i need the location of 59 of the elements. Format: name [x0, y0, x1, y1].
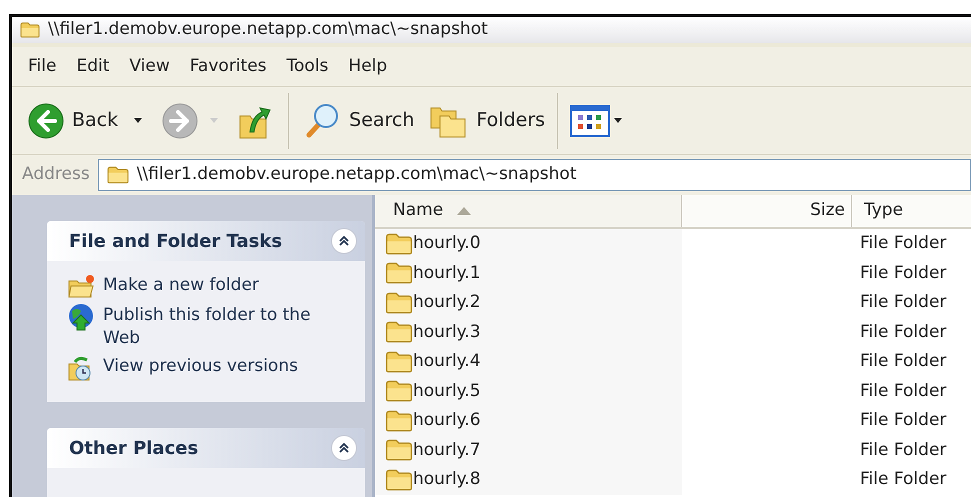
file-name: hourly.5: [413, 380, 481, 402]
folder-icon: [20, 22, 40, 38]
folder-icon: [106, 166, 129, 184]
file-name: hourly.2: [413, 291, 481, 314]
file-name: hourly.0: [413, 232, 481, 255]
menu-item[interactable]: Tools: [278, 54, 336, 80]
file-type: File Folder: [859, 438, 946, 462]
double-chevron-up-icon: [338, 442, 350, 454]
file-type: File Folder: [859, 409, 946, 432]
file-type: File Folder: [859, 468, 946, 491]
task-link[interactable]: Make a new folder: [103, 274, 313, 297]
folder-icon: [385, 380, 413, 402]
views-button[interactable]: [570, 104, 610, 136]
folder-icon: [385, 232, 413, 255]
task-link[interactable]: View previous versions: [103, 355, 313, 378]
panel-title: Other Places: [69, 436, 198, 460]
collapse-button[interactable]: [331, 435, 357, 461]
column-header[interactable]: Name: [375, 195, 682, 227]
file-name: hourly.3: [413, 320, 481, 344]
sort-arrow-icon: [457, 207, 472, 215]
address-field[interactable]: \\filer1.demobv.europe.netapp.com\mac\~snapshot: [98, 159, 971, 191]
menu-item[interactable]: Edit: [68, 54, 118, 80]
panel-title: File and Folder Tasks: [69, 230, 282, 254]
dropdown-caret-icon[interactable]: [614, 118, 622, 123]
file-name: hourly.7: [413, 438, 481, 462]
file-name: hourly.4: [413, 350, 481, 373]
address-label: Address: [22, 163, 90, 186]
file-name: hourly.1: [413, 262, 481, 284]
file-type: File Folder: [859, 320, 946, 344]
search-button[interactable]: Search: [293, 100, 422, 140]
folders-button[interactable]: Folders: [422, 104, 554, 138]
new-folder-icon: [67, 273, 95, 299]
folder-icon: [385, 410, 413, 432]
file-type: File Folder: [859, 380, 946, 402]
menu-item[interactable]: Help: [340, 54, 396, 80]
file-name: hourly.8: [413, 468, 481, 491]
back-button[interactable]: Back: [24, 102, 122, 138]
globe-upload-icon: [67, 303, 95, 331]
folder-icon: [385, 292, 413, 314]
menu-item[interactable]: File: [20, 54, 64, 80]
folder-icon: [385, 321, 413, 344]
dropdown-caret-icon[interactable]: [134, 118, 142, 123]
collapse-button[interactable]: [331, 228, 357, 254]
double-chevron-up-icon: [338, 235, 350, 247]
menu-item[interactable]: View: [121, 54, 178, 80]
file-name: hourly.6: [413, 409, 481, 432]
column-header[interactable]: Size: [682, 195, 852, 227]
column-header[interactable]: Type: [852, 195, 971, 227]
file-type: File Folder: [859, 291, 946, 314]
window-title: \\filer1.demobv.europe.netapp.com\mac\~snapshot: [48, 18, 488, 42]
folder-icon: [385, 262, 413, 284]
folder-icon: [385, 468, 413, 491]
file-type: File Folder: [859, 232, 946, 255]
file-type: File Folder: [859, 350, 946, 373]
folder-icon: [385, 350, 413, 373]
task-link[interactable]: Publish this folder to the Web: [103, 304, 313, 350]
file-type: File Folder: [859, 262, 946, 284]
menu-item[interactable]: Favorites: [182, 54, 275, 80]
folder-icon: [385, 439, 413, 462]
